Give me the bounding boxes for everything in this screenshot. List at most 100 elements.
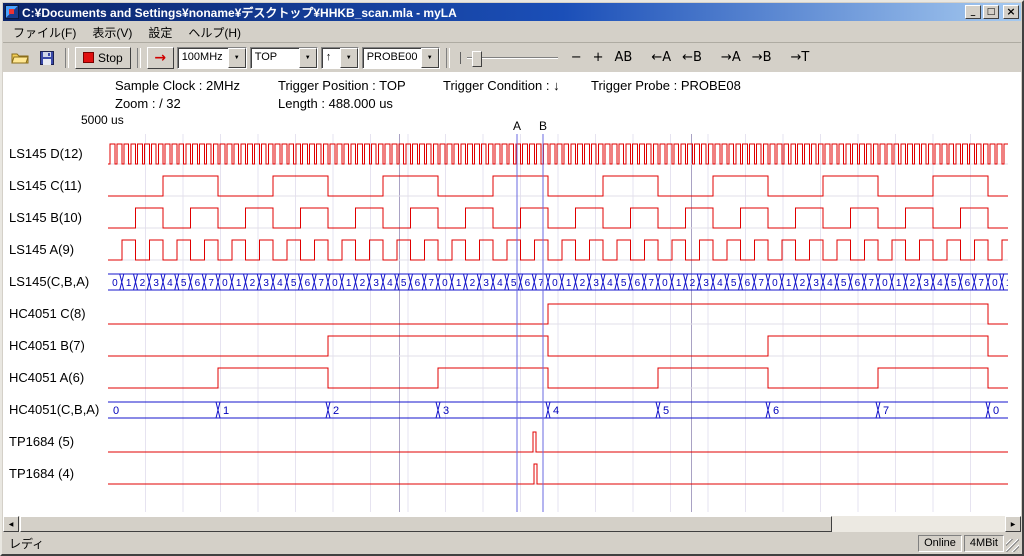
waveform-display[interactable]: 0123456701234567012345670123456701234567… <box>108 134 1008 512</box>
app-window: C:¥Documents and Settings¥noname¥デスクトップ¥… <box>0 0 1024 556</box>
svg-text:4: 4 <box>607 278 613 289</box>
time-origin-label: 5000 us <box>81 113 124 127</box>
svg-text:2: 2 <box>250 278 256 289</box>
trigger-edge-combo-value: ↑ <box>322 48 340 68</box>
slider-tick <box>460 52 461 64</box>
channel-trace-8: 012345670 <box>108 402 1008 418</box>
chevron-down-icon[interactable]: ▼ <box>421 48 439 68</box>
svg-text:4: 4 <box>717 278 723 289</box>
svg-text:3: 3 <box>153 278 159 289</box>
open-button[interactable] <box>8 46 32 69</box>
move-a-button[interactable]: →A <box>717 49 745 66</box>
ab-button[interactable]: AB <box>611 49 637 66</box>
titlebar[interactable]: C:¥Documents and Settings¥noname¥デスクトップ¥… <box>3 3 1021 21</box>
svg-text:7: 7 <box>428 278 434 289</box>
floppy-disk-icon <box>40 51 54 65</box>
status-memory-badge: 4MBit <box>964 535 1004 552</box>
svg-text:3: 3 <box>703 278 709 289</box>
chevron-down-icon[interactable]: ▼ <box>299 48 317 68</box>
trigger-position-info: Trigger Position : TOP <box>278 78 406 93</box>
svg-text:4: 4 <box>167 278 173 289</box>
status-ready-text: レディ <box>5 535 916 552</box>
svg-text:7: 7 <box>318 278 324 289</box>
svg-text:5: 5 <box>951 278 957 289</box>
clock-combo[interactable]: 100MHz ▼ <box>177 47 247 69</box>
svg-text:0: 0 <box>113 405 119 417</box>
resize-grip-icon[interactable] <box>1006 539 1019 552</box>
channel-label: HC4051 B(7) <box>9 336 85 356</box>
save-button[interactable] <box>35 46 59 69</box>
channel-label: TP1684 (4) <box>9 464 74 484</box>
svg-text:1: 1 <box>223 405 229 417</box>
toolbar-separator <box>446 48 450 68</box>
svg-text:1: 1 <box>236 278 242 289</box>
horizontal-scrollbar[interactable]: ◀ ▶ <box>3 516 1021 532</box>
svg-text:7: 7 <box>868 278 874 289</box>
menu-item-help[interactable]: ヘルプ(H) <box>180 22 249 43</box>
svg-text:3: 3 <box>483 278 489 289</box>
svg-text:7: 7 <box>758 278 764 289</box>
svg-text:1: 1 <box>1006 278 1008 289</box>
run-button[interactable]: → <box>147 47 174 69</box>
zoom-slider[interactable] <box>460 48 560 68</box>
chevron-down-icon[interactable]: ▼ <box>228 48 246 68</box>
channel-label: HC4051 A(6) <box>9 368 84 388</box>
marker-a-label[interactable]: A <box>512 119 522 133</box>
slider-thumb[interactable] <box>472 51 482 67</box>
trigger-position-combo-value: TOP <box>251 48 299 68</box>
zoom-out-button[interactable]: − <box>567 49 586 66</box>
svg-text:1: 1 <box>566 278 572 289</box>
svg-text:2: 2 <box>580 278 586 289</box>
svg-text:5: 5 <box>401 278 407 289</box>
svg-text:5: 5 <box>621 278 627 289</box>
channel-label: LS145(C,B,A) <box>9 272 89 292</box>
svg-text:3: 3 <box>813 278 819 289</box>
trigger-probe-combo-value: PROBE00 <box>363 48 421 68</box>
svg-text:3: 3 <box>373 278 379 289</box>
svg-text:6: 6 <box>415 278 421 289</box>
marker-b-label[interactable]: B <box>538 119 548 133</box>
svg-text:4: 4 <box>387 278 393 289</box>
svg-text:3: 3 <box>263 278 269 289</box>
svg-text:0: 0 <box>662 278 668 289</box>
svg-text:2: 2 <box>333 405 339 417</box>
close-button[interactable]: × <box>1003 5 1019 19</box>
svg-text:4: 4 <box>277 278 283 289</box>
scroll-left-button[interactable]: ◀ <box>3 516 19 532</box>
menubar: ファイル(F)表示(V)設定ヘルプ(H) <box>3 22 1021 42</box>
scrollbar-thumb[interactable] <box>20 516 832 532</box>
svg-text:4: 4 <box>937 278 943 289</box>
arrow-right-icon: → <box>154 50 166 66</box>
svg-text:0: 0 <box>993 405 999 417</box>
clock-combo-value: 100MHz <box>178 48 228 68</box>
scroll-right-button[interactable]: ▶ <box>1005 516 1021 532</box>
goto-b-button[interactable]: ←B <box>678 49 706 66</box>
svg-text:0: 0 <box>882 278 888 289</box>
zoom-in-button[interactable]: + <box>589 49 608 66</box>
toolbar-separator <box>137 48 141 68</box>
window-title: C:¥Documents and Settings¥noname¥デスクトップ¥… <box>22 4 962 21</box>
trigger-edge-combo[interactable]: ↑ ▼ <box>321 47 359 69</box>
goto-trigger-button[interactable]: →T <box>787 49 814 66</box>
svg-text:5: 5 <box>731 278 737 289</box>
svg-text:7: 7 <box>978 278 984 289</box>
move-b-button[interactable]: →B <box>748 49 776 66</box>
minimize-button[interactable]: _ <box>965 5 981 19</box>
svg-text:3: 3 <box>443 405 449 417</box>
menu-item-settings[interactable]: 設定 <box>140 22 180 43</box>
stop-button[interactable]: Stop <box>75 47 131 69</box>
svg-text:0: 0 <box>442 278 448 289</box>
trigger-position-combo[interactable]: TOP ▼ <box>250 47 318 69</box>
chevron-down-icon[interactable]: ▼ <box>340 48 358 68</box>
svg-text:2: 2 <box>800 278 806 289</box>
svg-text:2: 2 <box>690 278 696 289</box>
sample-clock-info: Sample Clock : 2MHz <box>115 78 240 93</box>
menu-item-view[interactable]: 表示(V) <box>84 22 140 43</box>
goto-a-button[interactable]: ←A <box>647 49 675 66</box>
svg-text:3: 3 <box>593 278 599 289</box>
svg-text:6: 6 <box>745 278 751 289</box>
channel-label: LS145 B(10) <box>9 208 82 228</box>
menu-item-file[interactable]: ファイル(F) <box>5 22 84 43</box>
trigger-probe-combo[interactable]: PROBE00 ▼ <box>362 47 440 69</box>
maximize-button[interactable]: □ <box>983 5 999 19</box>
